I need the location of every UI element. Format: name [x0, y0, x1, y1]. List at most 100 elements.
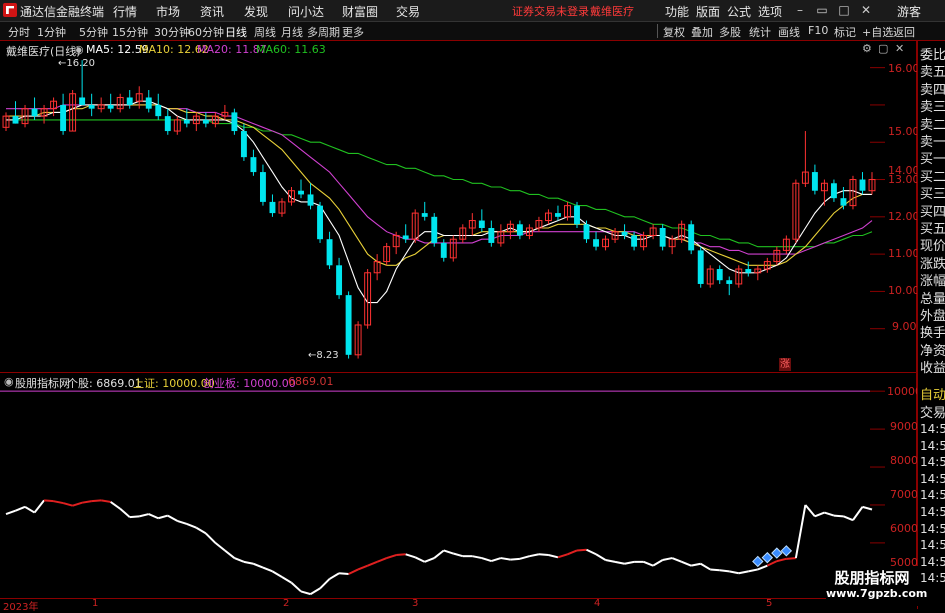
candle-body-down: [402, 235, 409, 240]
candle-body-down: [859, 179, 866, 191]
tool-draw-line[interactable]: 画线: [778, 24, 800, 40]
quote-field-9: 买四: [920, 204, 945, 220]
tool-back[interactable]: 返回: [893, 24, 915, 40]
candle-body-down: [269, 201, 276, 214]
close-icon[interactable]: ✕: [859, 3, 873, 17]
tool-add-favorite[interactable]: +自选: [862, 24, 893, 40]
candlestick-chart[interactable]: [0, 41, 916, 372]
tick-time-4: 14:56: [920, 488, 945, 503]
indicator-segment: [386, 554, 397, 560]
indicator-segment: [843, 515, 854, 522]
menu-market[interactable]: 市场: [156, 3, 180, 20]
x-label-year: 2023年: [3, 602, 39, 613]
indicator-segment: [557, 553, 568, 559]
quote-field-16: 换手: [920, 326, 945, 342]
indicator-segment: [234, 557, 245, 563]
tool-overlay[interactable]: 叠加: [691, 24, 713, 40]
menu-ask-xiaoda[interactable]: 问小达: [288, 3, 324, 20]
candle-body-down: [440, 242, 447, 258]
menu-trade[interactable]: 交易: [396, 3, 420, 20]
indicator-segment: [110, 501, 121, 510]
guest-account[interactable]: 游客: [897, 3, 921, 20]
candle-body-down: [317, 205, 323, 240]
indicator-segment: [614, 560, 625, 565]
indicator-segment: [290, 581, 302, 593]
candle-body-down: [107, 104, 114, 109]
menu-formula[interactable]: 公式: [727, 3, 751, 20]
period-monthly[interactable]: 月线: [281, 24, 303, 40]
menu-discover[interactable]: 发现: [244, 3, 268, 20]
menu-wealth-circle[interactable]: 财富圈: [342, 3, 378, 20]
candle-body-down: [555, 213, 561, 217]
quote-field-17: 净资: [920, 343, 945, 359]
indicator-segment: [367, 560, 378, 567]
indicator-segment: [148, 513, 159, 520]
period-more[interactable]: 更多: [342, 24, 364, 40]
indicator-segment: [348, 568, 359, 575]
indicator-segment: [605, 558, 616, 563]
candle-body-down: [336, 265, 343, 296]
tool-adjust[interactable]: 复权: [663, 24, 685, 40]
tick-time-3: 14:56: [920, 471, 945, 486]
indicator-segment: [453, 552, 464, 558]
candle-body-down: [240, 131, 247, 158]
indicator-line-chart[interactable]: [0, 372, 916, 598]
indicator-segment: [224, 549, 236, 559]
tool-multi-stock[interactable]: 多股: [719, 24, 741, 40]
quote-field-10: 买五: [920, 222, 945, 237]
menu-options[interactable]: 选项: [758, 3, 782, 20]
y-tick-9: 9.00: [892, 320, 917, 333]
maximize-icon[interactable]: □: [837, 3, 851, 17]
period-multi[interactable]: 多周期: [307, 24, 340, 40]
x-label-may: 5: [766, 598, 773, 609]
candle-body-down: [259, 172, 266, 202]
period-60min[interactable]: 60分钟: [188, 24, 224, 40]
period-weekly[interactable]: 周线: [254, 24, 276, 40]
y-tick-13: 13.00: [888, 173, 920, 186]
period-15min[interactable]: 15分钟: [112, 24, 148, 40]
minimize-icon[interactable]: –: [793, 3, 807, 17]
trade-login-notice[interactable]: 证券交易未登录: [512, 3, 589, 19]
period-30min[interactable]: 30分钟: [154, 24, 190, 40]
indicator-segment: [567, 549, 578, 556]
menu-news[interactable]: 资讯: [200, 3, 224, 20]
current-stock-link[interactable]: 戴维医疗: [590, 3, 634, 19]
indicator-segment: [794, 504, 807, 559]
indicator-segment: [310, 587, 321, 595]
menu-layout[interactable]: 版面: [696, 3, 720, 20]
indicator-segment: [433, 549, 445, 559]
ind-tick-8000: 8000: [890, 454, 918, 467]
indicator-segment: [586, 548, 597, 556]
signal-diamond-icon: [761, 551, 774, 564]
quote-field-8: 买三: [920, 187, 945, 203]
period-daily[interactable]: 日线: [225, 24, 247, 40]
indicator-segment: [138, 513, 149, 518]
side-action-0[interactable]: 自动: [920, 384, 945, 403]
tick-time-7: 14:56: [920, 538, 945, 553]
x-label-mar: 3: [412, 598, 419, 609]
candle-body-down: [583, 224, 590, 240]
indicator-segment: [510, 557, 520, 561]
menu-function[interactable]: 功能: [665, 3, 689, 20]
indicator-segment: [576, 548, 587, 552]
candle-body-down: [697, 250, 704, 284]
candle-body-down: [145, 97, 152, 109]
indicator-segment: [481, 557, 492, 563]
period-1min[interactable]: 1分钟: [37, 24, 66, 40]
indicator-segment: [414, 556, 426, 563]
ind-tick-9000: 9000: [890, 420, 918, 433]
period-5min[interactable]: 5分钟: [79, 24, 108, 40]
indicator-segment: [814, 511, 825, 518]
menu-quotes[interactable]: 行情: [113, 3, 137, 20]
quote-field-12: 涨跌: [920, 256, 945, 272]
tool-f10[interactable]: F10: [808, 24, 828, 37]
signal-diamond-icon: [771, 547, 783, 559]
side-action-1[interactable]: 交易: [920, 402, 945, 421]
app-logo-icon: [3, 3, 17, 17]
tool-mark[interactable]: 标记: [834, 24, 856, 40]
x-label-jan: 1: [92, 598, 99, 609]
tool-statistics[interactable]: 统计: [749, 24, 771, 40]
period-intraday[interactable]: 分时: [8, 24, 30, 40]
candle-body-down: [488, 228, 495, 243]
restore-icon[interactable]: ▭: [815, 3, 829, 17]
